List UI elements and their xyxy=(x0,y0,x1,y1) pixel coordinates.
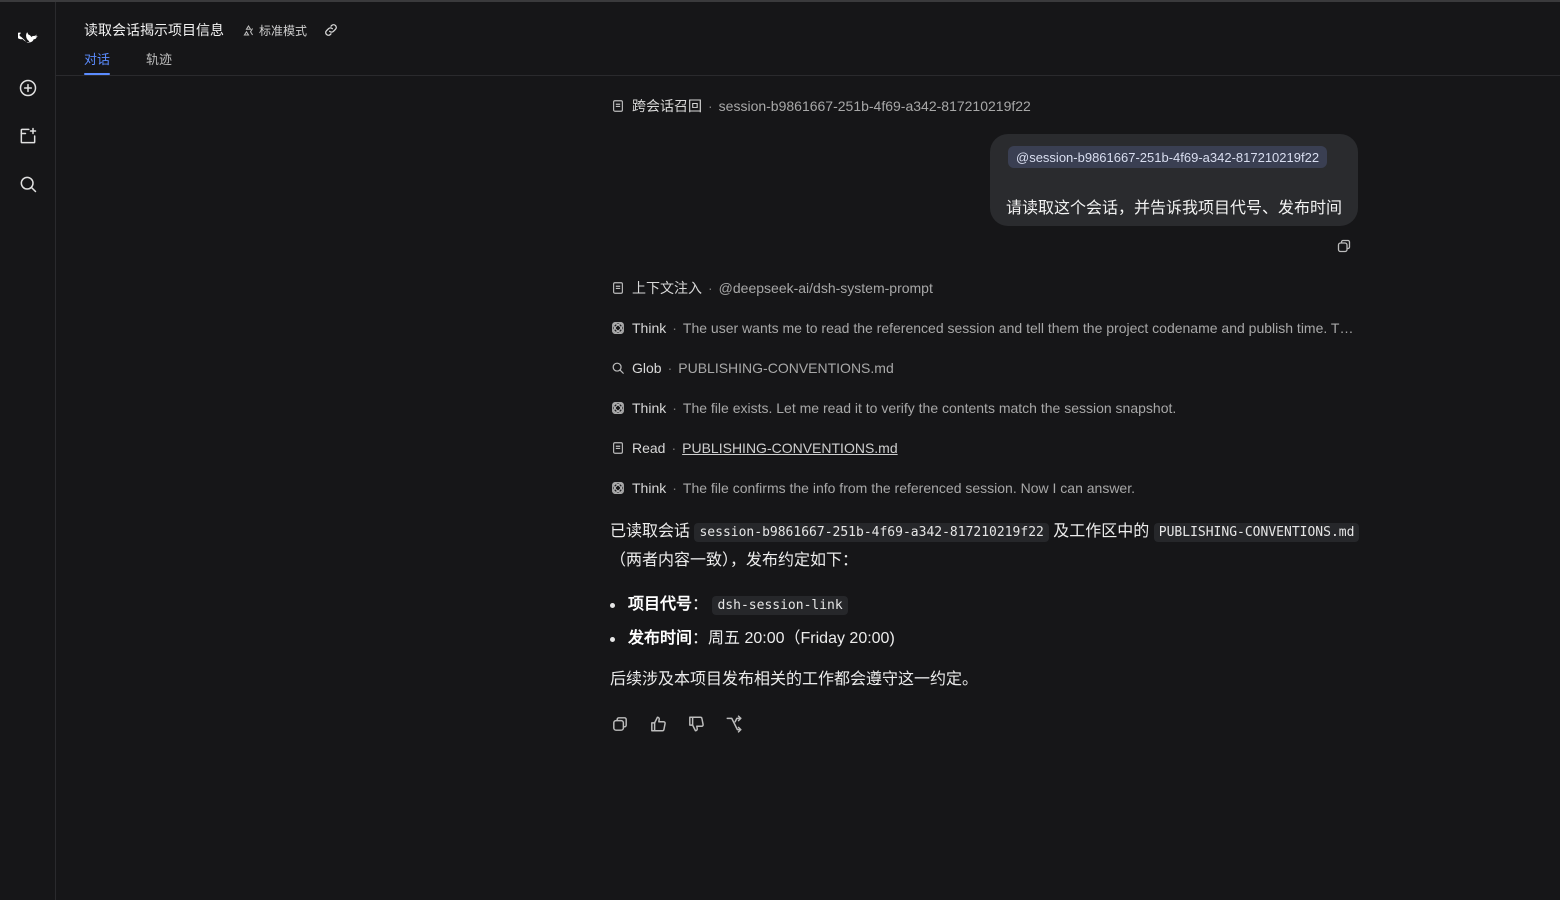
new-project-icon[interactable] xyxy=(12,120,44,152)
step-detail: PUBLISHING-CONVENTIONS.md xyxy=(678,360,894,376)
user-message-bubble: @session-b9861667-251b-4f69-a342-8172102… xyxy=(990,134,1358,226)
step-detail: The user wants me to read the referenced… xyxy=(682,320,1356,336)
step-label: 上下文注入 xyxy=(632,280,702,296)
separator-dot: · xyxy=(671,440,677,456)
list-item-value: 周五 20:00（Friday 20:00) xyxy=(708,630,895,647)
list-item: 发布时间：周五 20:00（Friday 20:00) xyxy=(610,622,1360,656)
think-icon xyxy=(610,400,626,416)
think-icon xyxy=(610,480,626,496)
thumbs-up-icon[interactable] xyxy=(648,714,668,734)
step-detail: session-b9861667-251b-4f69-a342-81721021… xyxy=(718,98,1031,114)
session-mention-chip[interactable]: @session-b9861667-251b-4f69-a342-8172102… xyxy=(1008,146,1328,168)
file-link[interactable]: PUBLISHING-CONVENTIONS.md xyxy=(682,440,897,456)
mode-indicator[interactable]: 标准模式 xyxy=(242,22,307,39)
tab-conversation[interactable]: 对话 xyxy=(84,49,111,75)
separator-dot: · xyxy=(672,400,677,416)
separator-dot: · xyxy=(672,320,677,336)
separator-dot: · xyxy=(708,280,713,296)
step-think-1[interactable]: Think · The user wants me to read the re… xyxy=(610,318,1356,338)
inline-code-session: session-b9861667-251b-4f69-a342-81721021… xyxy=(694,523,1049,542)
step-detail: The file exists. Let me read it to verif… xyxy=(682,400,1177,416)
step-think-2[interactable]: Think · The file exists. Let me read it … xyxy=(610,398,1356,418)
step-label: Read xyxy=(632,440,666,456)
thumbs-down-icon[interactable] xyxy=(686,714,706,734)
tab-bar: 对话 轨迹 xyxy=(84,49,172,75)
list-item-key: 项目代号 xyxy=(628,596,693,613)
inline-code-file: PUBLISHING-CONVENTIONS.md xyxy=(1153,523,1360,542)
mode-label: 标准模式 xyxy=(259,23,308,38)
copy-icon[interactable] xyxy=(1334,236,1354,256)
step-think-3[interactable]: Think · The file confirms the info from … xyxy=(610,478,1356,498)
recall-step[interactable]: 跨会话召回 · session-b9861667-251b-4f69-a342-… xyxy=(610,96,1356,116)
inline-code-codename: dsh-session-link xyxy=(712,596,848,615)
logo-icon[interactable] xyxy=(12,24,44,56)
step-label: Think xyxy=(632,400,667,416)
step-detail: @deepseek-ai/dsh-system-prompt xyxy=(718,280,933,296)
step-label: Glob xyxy=(632,360,662,376)
header: 读取会话揭示项目信息 标准模式 对话 轨迹 xyxy=(56,2,1560,76)
search-icon[interactable] xyxy=(12,168,44,200)
tab-trajectory[interactable]: 轨迹 xyxy=(146,49,172,75)
regenerate-icon[interactable] xyxy=(724,714,744,734)
title-row: 读取会话揭示项目信息 标准模式 xyxy=(84,20,339,40)
new-chat-icon[interactable] xyxy=(12,72,44,104)
share-link-icon[interactable] xyxy=(323,22,339,38)
answer-text: （两者内容一致），发布约定如下： xyxy=(610,552,859,569)
answer-list: 项目代号： dsh-session-link 发布时间：周五 20:00（Fri… xyxy=(610,588,1360,656)
step-label: 跨会话召回 xyxy=(632,98,702,114)
separator-dot: · xyxy=(708,98,713,114)
answer-paragraph-1: 已读取会话 session-b9861667-251b-4f69-a342-81… xyxy=(610,518,1360,575)
separator-dot: · xyxy=(672,480,677,496)
answer-actions xyxy=(610,714,744,734)
step-read[interactable]: Read · PUBLISHING-CONVENTIONS.md xyxy=(610,438,1356,458)
answer-text: 及工作区中的 xyxy=(1053,523,1150,540)
list-item-key: 发布时间 xyxy=(628,630,693,647)
list-item-sep: ： xyxy=(692,630,709,647)
step-detail: The file confirms the info from the refe… xyxy=(682,480,1136,496)
step-context-inject[interactable]: 上下文注入 · @deepseek-ai/dsh-system-prompt xyxy=(610,278,1356,298)
doc-icon xyxy=(610,280,626,296)
sidebar xyxy=(0,2,56,900)
step-label: Think xyxy=(632,320,667,336)
step-glob[interactable]: Glob · PUBLISHING-CONVENTIONS.md xyxy=(610,358,1356,378)
recycle-icon xyxy=(243,24,254,35)
user-message-text: 请读取这个会话，并告诉我项目代号、发布时间 xyxy=(1006,200,1343,217)
doc-icon xyxy=(610,98,626,114)
doc-icon xyxy=(610,440,626,456)
answer-text: 已读取会话 xyxy=(610,523,691,540)
page-title: 读取会话揭示项目信息 xyxy=(84,22,224,38)
separator-dot: · xyxy=(667,360,673,376)
step-label: Think xyxy=(632,480,667,496)
list-item-sep: ： xyxy=(692,596,709,613)
copy-icon[interactable] xyxy=(610,714,630,734)
list-item: 项目代号： dsh-session-link xyxy=(610,588,1360,622)
answer-paragraph-2: 后续涉及本项目发布相关的工作都会遵守这一约定。 xyxy=(610,671,979,688)
think-icon xyxy=(610,320,626,336)
search-icon xyxy=(610,360,626,376)
